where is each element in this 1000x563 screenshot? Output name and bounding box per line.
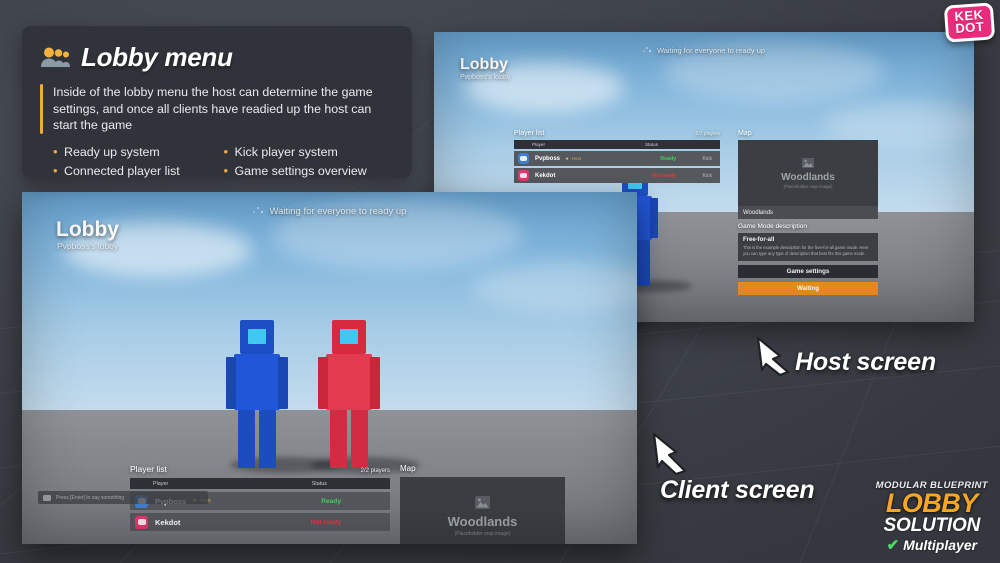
kekdot-line2: DOT [954,18,985,36]
info-card: Lobby menu Inside of the lobby menu the … [22,26,412,180]
info-card-feature-list: Ready up system Kick player system Conne… [40,143,395,180]
product-logo: MODULAR BLUEPRINT LOBBY SOLUTION ✔ Multi… [876,480,988,554]
info-card-description: Inside of the lobby menu the host can de… [53,85,373,132]
list-item: Connected player list [53,162,224,180]
info-card-header: Lobby menu [40,39,394,75]
info-card-title: Lobby menu [81,41,233,72]
brand-lobby: LOBBY [885,488,980,518]
check-icon: ✔ [886,536,900,554]
list-item: Game settings overview [224,162,395,180]
accent-bar [40,84,43,134]
list-item: Ready up system [53,143,224,161]
screen-vignette [22,192,637,544]
brand-solution: SOLUTION [882,515,981,537]
brand-multiplayer-label: Multiplayer [902,536,978,554]
list-item: Kick player system [224,143,395,161]
brand-multiplayer: ✔ Multiplayer [876,536,988,554]
info-card-description-wrap: Inside of the lobby menu the host can de… [40,84,394,134]
client-screen-label: Client screen [660,476,815,504]
host-screen-label: Host screen [795,348,936,376]
kekdot-logo: KEK DOT [943,2,996,43]
client-screen-arrow-icon [652,432,687,476]
people-icon [40,46,70,68]
client-screen: Lobby Pvpboss's lobby Waiting for everyo… [22,192,637,544]
kekdot-badge: KEK DOT [943,2,996,43]
